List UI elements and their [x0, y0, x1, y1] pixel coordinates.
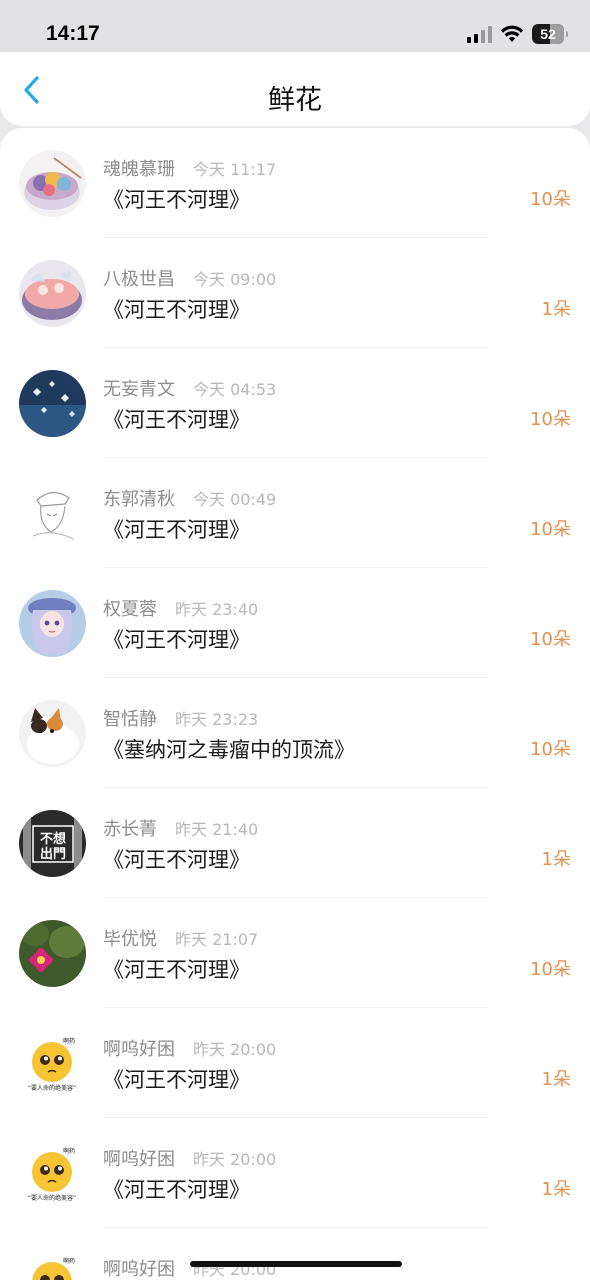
- book-title[interactable]: 《河王不河理》: [103, 1064, 250, 1094]
- flower-count: 10朵: [530, 959, 571, 980]
- avatar-text-line-1: 不想: [40, 831, 66, 847]
- timestamp: 今天 00:49: [193, 490, 277, 509]
- battery-icon: 52: [532, 24, 568, 44]
- page-title: 鲜花: [268, 85, 322, 116]
- username: 智恬静: [103, 709, 157, 730]
- avatar[interactable]: [19, 480, 86, 547]
- list-item[interactable]: 权夏蓉 昨天 23:40 《河王不河理》 10朵: [0, 568, 590, 678]
- user-line: 毕优悦 昨天 21:07: [103, 925, 258, 951]
- flower-count: 10朵: [530, 409, 571, 430]
- username: 啊呜好困: [103, 1039, 175, 1060]
- avatar[interactable]: [19, 700, 86, 767]
- timestamp: 昨天 23:23: [175, 710, 259, 729]
- user-line: 东郭清秋 今天 00:49: [103, 485, 276, 511]
- battery-level: 52: [540, 26, 556, 42]
- flower-count: 1朵: [541, 1069, 571, 1090]
- list-item[interactable]: 啊药 啊呜好困 昨天 20:00: [0, 1228, 590, 1280]
- avatar-text-line-1: 啊药: [63, 1147, 75, 1155]
- username: 魂魄慕珊: [103, 159, 175, 180]
- username: 权夏蓉: [103, 599, 157, 620]
- avatar-text-line-1: 啊药: [63, 1037, 75, 1045]
- flower-list: 魂魄慕珊 今天 11:17 《河王不河理》 10朵 八极世昌 今天 09:00 …: [0, 128, 590, 1280]
- user-line: 啊呜好困 昨天 20:00: [103, 1035, 276, 1061]
- book-title[interactable]: 《河王不河理》: [103, 1174, 250, 1204]
- cellular-signal-icon: [467, 25, 492, 43]
- timestamp: 昨天 21:07: [175, 930, 259, 949]
- avatar[interactable]: 啊药 “要人命的绝美容”: [19, 1030, 86, 1097]
- flower-count: 10朵: [530, 629, 571, 650]
- status-icons: 52: [467, 24, 568, 44]
- avatar[interactable]: [19, 590, 86, 657]
- timestamp: 昨天 20:00: [193, 1040, 277, 1059]
- avatar[interactable]: 啊药: [19, 1250, 86, 1280]
- avatar-text-line-2: “要人命的绝美容”: [28, 1194, 76, 1202]
- flower-count: 10朵: [530, 739, 571, 760]
- avatar-text-line-2: “要人命的绝美容”: [28, 1084, 76, 1092]
- timestamp: 今天 04:53: [193, 380, 277, 399]
- avatar[interactable]: 啊药 “要人命的绝美容”: [19, 1140, 86, 1207]
- list-item[interactable]: 魂魄慕珊 今天 11:17 《河王不河理》 10朵: [0, 128, 590, 238]
- timestamp: 昨天 21:40: [175, 820, 259, 839]
- book-title[interactable]: 《河王不河理》: [103, 404, 250, 434]
- home-indicator[interactable]: [190, 1261, 402, 1267]
- timestamp: 昨天 20:00: [193, 1150, 277, 1169]
- timestamp: 今天 11:17: [193, 160, 277, 179]
- user-line: 啊呜好困 昨天 20:00: [103, 1145, 276, 1171]
- avatar-text-line-2: 出門: [40, 846, 66, 862]
- book-title[interactable]: 《河王不河理》: [103, 844, 250, 874]
- username: 东郭清秋: [103, 489, 175, 510]
- avatar[interactable]: [19, 150, 86, 217]
- list-item[interactable]: 八极世昌 今天 09:00 《河王不河理》 1朵: [0, 238, 590, 348]
- wifi-icon: [500, 25, 524, 42]
- list-item[interactable]: 智恬静 昨天 23:23 《塞纳河之毒瘤中的顶流》 10朵: [0, 678, 590, 788]
- book-title[interactable]: 《河王不河理》: [103, 184, 250, 214]
- book-title[interactable]: 《塞纳河之毒瘤中的顶流》: [103, 734, 355, 764]
- flower-count: 1朵: [541, 299, 571, 320]
- status-time: 14:17: [46, 22, 100, 45]
- timestamp: 今天 09:00: [193, 270, 277, 289]
- list-item[interactable]: 不想 出門 赤长菁 昨天 21:40 《河王不河理》 1朵: [0, 788, 590, 898]
- user-line: 魂魄慕珊 今天 11:17: [103, 155, 276, 181]
- user-line: 无妄青文 今天 04:53: [103, 375, 276, 401]
- user-line: 八极世昌 今天 09:00: [103, 265, 276, 291]
- timestamp: 昨天 23:40: [175, 600, 259, 619]
- avatar-text-line-1: 啊药: [63, 1257, 75, 1265]
- navigation-bar: 鲜花: [0, 52, 590, 126]
- list-item[interactable]: 啊药 “要人命的绝美容” 啊呜好困 昨天 20:00 《河王不河理》 1朵: [0, 1118, 590, 1228]
- username: 啊呜好困: [103, 1259, 175, 1280]
- avatar[interactable]: [19, 370, 86, 437]
- timestamp: 昨天 20:00: [193, 1260, 277, 1279]
- avatar[interactable]: 不想 出門: [19, 810, 86, 877]
- flower-count: 10朵: [530, 519, 571, 540]
- avatar[interactable]: [19, 920, 86, 987]
- status-bar: 14:17 52: [0, 0, 590, 52]
- flower-count: 1朵: [541, 849, 571, 870]
- username: 赤长菁: [103, 819, 157, 840]
- flower-count: 1朵: [541, 1179, 571, 1200]
- avatar[interactable]: [19, 260, 86, 327]
- flower-count: 10朵: [530, 189, 571, 210]
- username: 八极世昌: [103, 269, 175, 290]
- book-title[interactable]: 《河王不河理》: [103, 514, 250, 544]
- list-item[interactable]: 东郭清秋 今天 00:49 《河王不河理》 10朵: [0, 458, 590, 568]
- list-item[interactable]: 无妄青文 今天 04:53 《河王不河理》 10朵: [0, 348, 590, 458]
- list-item[interactable]: 毕优悦 昨天 21:07 《河王不河理》 10朵: [0, 898, 590, 1008]
- user-line: 权夏蓉 昨天 23:40: [103, 595, 258, 621]
- user-line: 智恬静 昨天 23:23: [103, 705, 258, 731]
- username: 毕优悦: [103, 929, 157, 950]
- username: 啊呜好困: [103, 1149, 175, 1170]
- user-line: 赤长菁 昨天 21:40: [103, 815, 258, 841]
- book-title[interactable]: 《河王不河理》: [103, 294, 250, 324]
- book-title[interactable]: 《河王不河理》: [103, 624, 250, 654]
- book-title[interactable]: 《河王不河理》: [103, 954, 250, 984]
- user-line: 啊呜好困 昨天 20:00: [103, 1255, 276, 1280]
- list-item[interactable]: 啊药 “要人命的绝美容” 啊呜好困 昨天 20:00 《河王不河理》 1朵: [0, 1008, 590, 1118]
- username: 无妄青文: [103, 379, 175, 400]
